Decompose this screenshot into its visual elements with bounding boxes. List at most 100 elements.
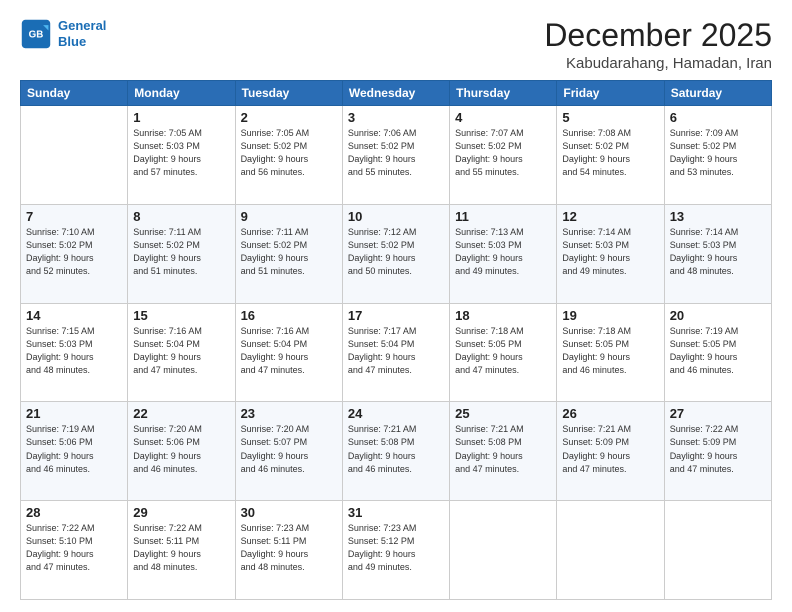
calendar-cell: 27 Sunrise: 7:22 AM Sunset: 5:09 PM Dayli… — [664, 402, 771, 501]
day-number: 11 — [455, 209, 551, 224]
day-number: 8 — [133, 209, 229, 224]
day-info: Sunrise: 7:18 AM Sunset: 5:05 PM Dayligh… — [562, 325, 658, 377]
weekday-header-saturday: Saturday — [664, 81, 771, 106]
day-number: 14 — [26, 308, 122, 323]
day-info: Sunrise: 7:22 AM Sunset: 5:10 PM Dayligh… — [26, 522, 122, 574]
calendar-cell: 19Sunrise: 7:18 AM Sunset: 5:05 PM Dayli… — [557, 303, 664, 402]
day-number: 13 — [670, 209, 766, 224]
weekday-header-friday: Friday — [557, 81, 664, 106]
logo-icon: GB — [20, 18, 52, 50]
calendar-cell: 17 Sunrise: 7:17 AM Sunset: 5:04 PM Dayli… — [342, 303, 449, 402]
week-row-3: 14 Sunrise: 7:15 AM Sunset: 5:03 PM Dayli… — [21, 303, 772, 402]
day-info: Sunrise: 7:14 AM Sunset: 5:03 PM Dayligh… — [670, 226, 766, 278]
calendar-cell: 6Sunrise: 7:09 AM Sunset: 5:02 PM Daylig… — [664, 106, 771, 205]
calendar-cell: 30Sunrise: 7:23 AM Sunset: 5:11 PM Dayli… — [235, 501, 342, 600]
day-info: Sunrise: 7:05 AM Sunset: 5:02 PM Dayligh… — [241, 127, 337, 179]
day-number: 30 — [241, 505, 337, 520]
calendar-cell: 20Sunrise: 7:19 AM Sunset: 5:05 PM Dayli… — [664, 303, 771, 402]
weekday-header-tuesday: Tuesday — [235, 81, 342, 106]
day-info: Sunrise: 7:11 AM Sunset: 5:02 PM Dayligh… — [241, 226, 337, 278]
day-number: 10 — [348, 209, 444, 224]
calendar-cell: 23 Sunrise: 7:20 AM Sunset: 5:07 PM Dayli… — [235, 402, 342, 501]
logo-text: General Blue — [58, 18, 106, 49]
calendar-cell: 5 Sunrise: 7:08 AM Sunset: 5:02 PM Daylig… — [557, 106, 664, 205]
day-number: 4 — [455, 110, 551, 125]
calendar-cell — [21, 106, 128, 205]
day-info: Sunrise: 7:17 AM Sunset: 5:04 PM Dayligh… — [348, 325, 444, 377]
calendar-cell: 13 Sunrise: 7:14 AM Sunset: 5:03 PM Dayli… — [664, 204, 771, 303]
week-row-2: 7 Sunrise: 7:10 AM Sunset: 5:02 PM Daylig… — [21, 204, 772, 303]
day-number: 6 — [670, 110, 766, 125]
weekday-header-thursday: Thursday — [450, 81, 557, 106]
calendar-cell: 28Sunrise: 7:22 AM Sunset: 5:10 PM Dayli… — [21, 501, 128, 600]
logo: GB General Blue — [20, 18, 106, 50]
day-number: 3 — [348, 110, 444, 125]
day-info: Sunrise: 7:21 AM Sunset: 5:08 PM Dayligh… — [348, 423, 444, 475]
week-row-5: 28Sunrise: 7:22 AM Sunset: 5:10 PM Dayli… — [21, 501, 772, 600]
weekday-header-monday: Monday — [128, 81, 235, 106]
day-number: 16 — [241, 308, 337, 323]
day-number: 9 — [241, 209, 337, 224]
calendar-table: SundayMondayTuesdayWednesdayThursdayFrid… — [20, 80, 772, 600]
day-info: Sunrise: 7:20 AM Sunset: 5:06 PM Dayligh… — [133, 423, 229, 475]
day-info: Sunrise: 7:10 AM Sunset: 5:02 PM Dayligh… — [26, 226, 122, 278]
weekday-header-wednesday: Wednesday — [342, 81, 449, 106]
day-info: Sunrise: 7:22 AM Sunset: 5:09 PM Dayligh… — [670, 423, 766, 475]
title-block: December 2025 Kabudarahang, Hamadan, Ira… — [544, 18, 772, 72]
calendar-cell — [557, 501, 664, 600]
calendar-cell: 1Sunrise: 7:05 AM Sunset: 5:03 PM Daylig… — [128, 106, 235, 205]
day-number: 20 — [670, 308, 766, 323]
calendar-cell: 12 Sunrise: 7:14 AM Sunset: 5:03 PM Dayli… — [557, 204, 664, 303]
day-number: 21 — [26, 406, 122, 421]
day-number: 27 — [670, 406, 766, 421]
day-number: 29 — [133, 505, 229, 520]
day-info: Sunrise: 7:20 AM Sunset: 5:07 PM Dayligh… — [241, 423, 337, 475]
day-number: 5 — [562, 110, 658, 125]
calendar-cell: 14 Sunrise: 7:15 AM Sunset: 5:03 PM Dayli… — [21, 303, 128, 402]
day-number: 31 — [348, 505, 444, 520]
day-info: Sunrise: 7:14 AM Sunset: 5:03 PM Dayligh… — [562, 226, 658, 278]
calendar-cell: 9 Sunrise: 7:11 AM Sunset: 5:02 PM Daylig… — [235, 204, 342, 303]
day-info: Sunrise: 7:15 AM Sunset: 5:03 PM Dayligh… — [26, 325, 122, 377]
day-number: 18 — [455, 308, 551, 323]
week-row-1: 1Sunrise: 7:05 AM Sunset: 5:03 PM Daylig… — [21, 106, 772, 205]
calendar-cell: 11 Sunrise: 7:13 AM Sunset: 5:03 PM Dayli… — [450, 204, 557, 303]
day-number: 2 — [241, 110, 337, 125]
day-number: 24 — [348, 406, 444, 421]
day-number: 12 — [562, 209, 658, 224]
page: GB General Blue December 2025 Kabudaraha… — [0, 0, 792, 612]
day-info: Sunrise: 7:05 AM Sunset: 5:03 PM Dayligh… — [133, 127, 229, 179]
day-number: 23 — [241, 406, 337, 421]
day-info: Sunrise: 7:19 AM Sunset: 5:06 PM Dayligh… — [26, 423, 122, 475]
day-info: Sunrise: 7:12 AM Sunset: 5:02 PM Dayligh… — [348, 226, 444, 278]
calendar-cell: 3Sunrise: 7:06 AM Sunset: 5:02 PM Daylig… — [342, 106, 449, 205]
day-number: 25 — [455, 406, 551, 421]
calendar-cell: 15Sunrise: 7:16 AM Sunset: 5:04 PM Dayli… — [128, 303, 235, 402]
weekday-header-sunday: Sunday — [21, 81, 128, 106]
calendar-cell: 18Sunrise: 7:18 AM Sunset: 5:05 PM Dayli… — [450, 303, 557, 402]
week-row-4: 21 Sunrise: 7:19 AM Sunset: 5:06 PM Dayli… — [21, 402, 772, 501]
day-number: 15 — [133, 308, 229, 323]
calendar-cell: 21 Sunrise: 7:19 AM Sunset: 5:06 PM Dayli… — [21, 402, 128, 501]
calendar-cell: 24 Sunrise: 7:21 AM Sunset: 5:08 PM Dayli… — [342, 402, 449, 501]
calendar-cell: 2 Sunrise: 7:05 AM Sunset: 5:02 PM Daylig… — [235, 106, 342, 205]
day-info: Sunrise: 7:08 AM Sunset: 5:02 PM Dayligh… — [562, 127, 658, 179]
day-info: Sunrise: 7:11 AM Sunset: 5:02 PM Dayligh… — [133, 226, 229, 278]
main-title: December 2025 — [544, 18, 772, 53]
calendar-cell: 26Sunrise: 7:21 AM Sunset: 5:09 PM Dayli… — [557, 402, 664, 501]
logo-line2: Blue — [58, 34, 86, 49]
day-number: 17 — [348, 308, 444, 323]
day-info: Sunrise: 7:21 AM Sunset: 5:08 PM Dayligh… — [455, 423, 551, 475]
day-number: 7 — [26, 209, 122, 224]
calendar-cell: 4 Sunrise: 7:07 AM Sunset: 5:02 PM Daylig… — [450, 106, 557, 205]
logo-line1: General — [58, 18, 106, 33]
calendar-cell: 25 Sunrise: 7:21 AM Sunset: 5:08 PM Dayli… — [450, 402, 557, 501]
day-info: Sunrise: 7:07 AM Sunset: 5:02 PM Dayligh… — [455, 127, 551, 179]
subtitle: Kabudarahang, Hamadan, Iran — [544, 55, 772, 72]
day-number: 26 — [562, 406, 658, 421]
day-info: Sunrise: 7:13 AM Sunset: 5:03 PM Dayligh… — [455, 226, 551, 278]
calendar-cell: 22 Sunrise: 7:20 AM Sunset: 5:06 PM Dayli… — [128, 402, 235, 501]
day-number: 22 — [133, 406, 229, 421]
calendar-cell: 31Sunrise: 7:23 AM Sunset: 5:12 PM Dayli… — [342, 501, 449, 600]
day-info: Sunrise: 7:22 AM Sunset: 5:11 PM Dayligh… — [133, 522, 229, 574]
